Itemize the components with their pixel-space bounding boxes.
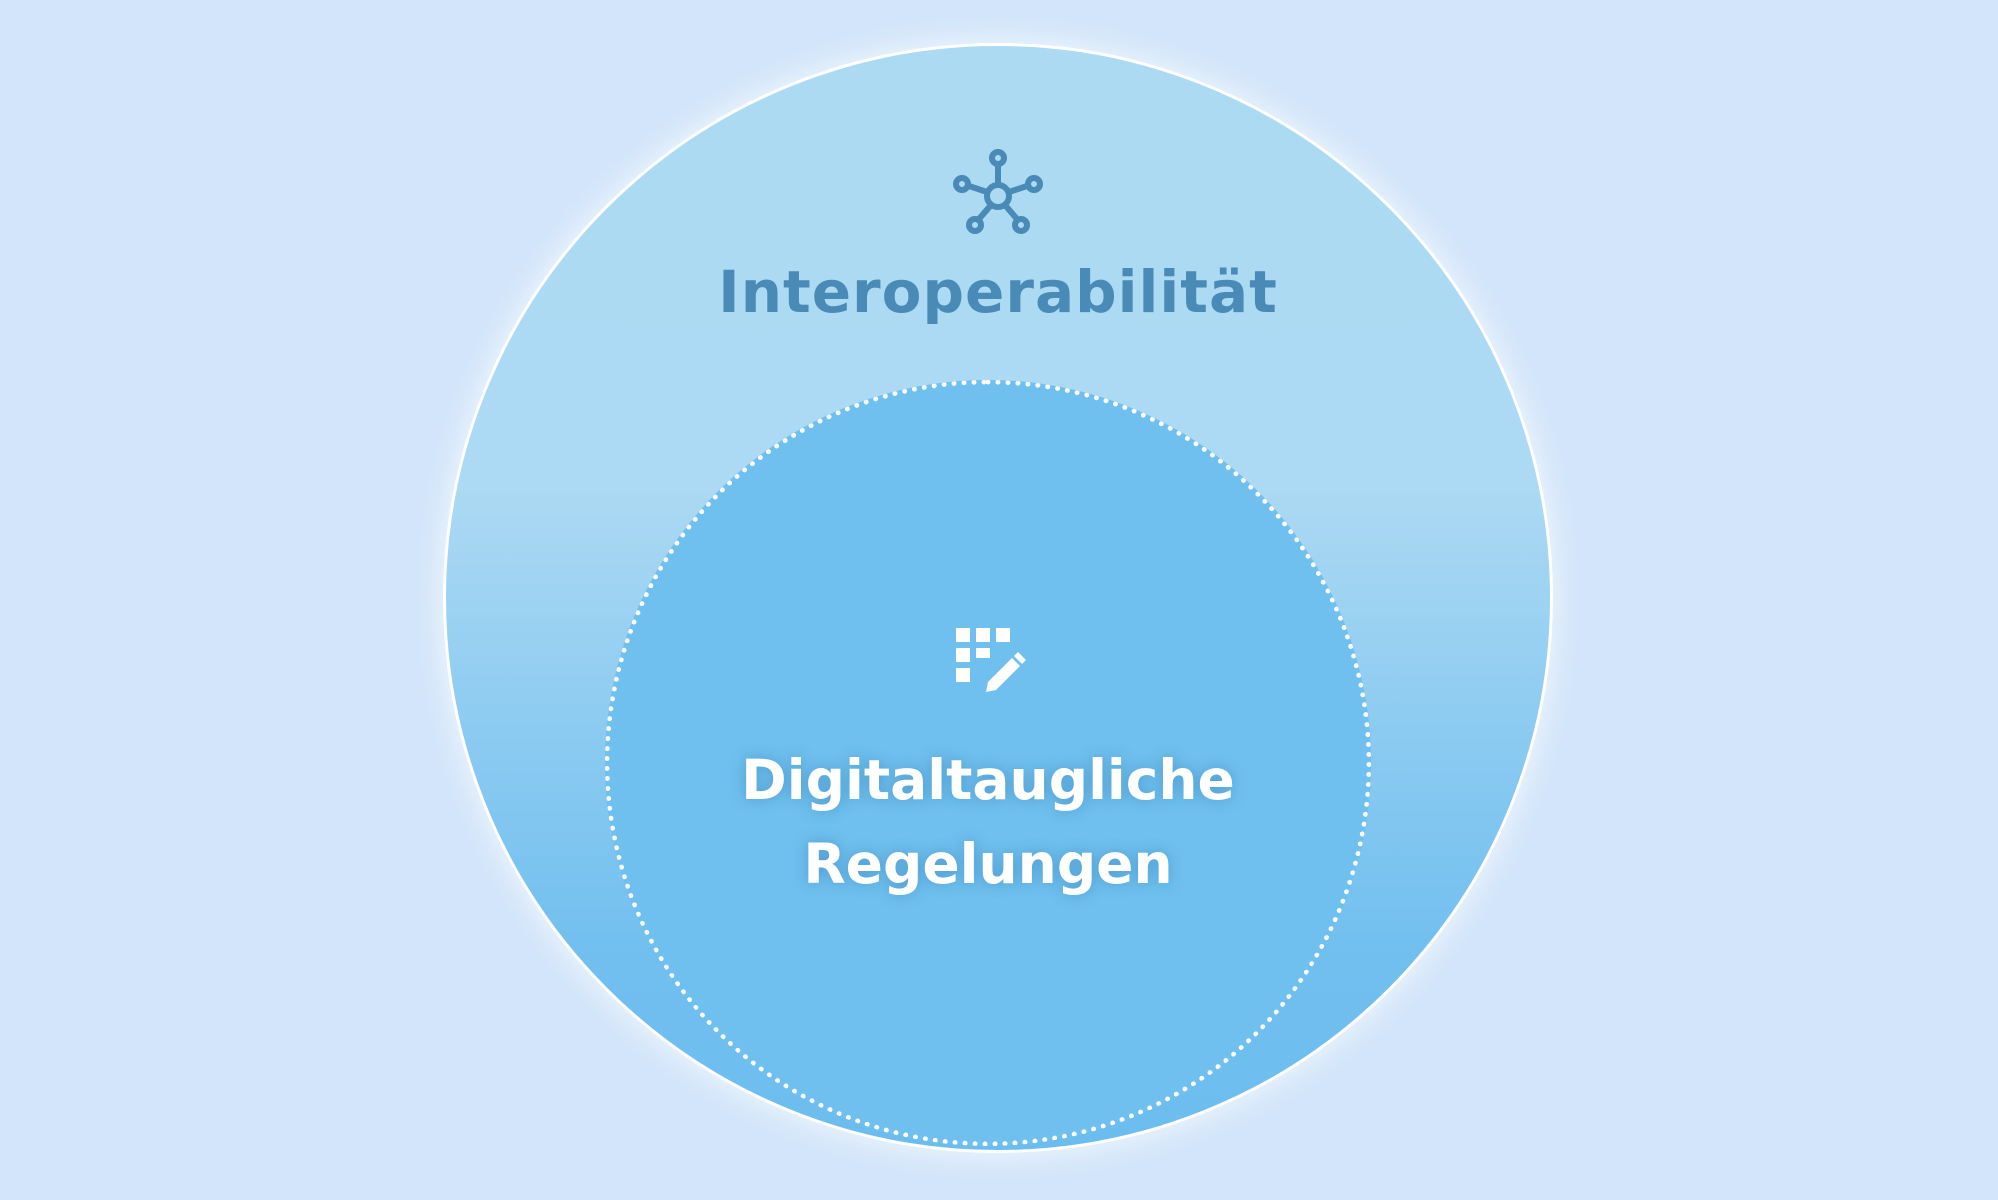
grid-pencil-icon	[956, 628, 1026, 692]
network-nodes-icon	[953, 149, 1043, 234]
diagram-canvas: Interoperabilität Digitaltaugliche Regel…	[0, 0, 1998, 1200]
inner-title-line1: Digitaltaugliche	[741, 748, 1235, 812]
inner-circle-title: Digitaltaugliche Regelungen	[705, 738, 1271, 906]
outer-circle-title: Interoperabilität	[718, 258, 1278, 326]
inner-title-line2: Regelungen	[803, 832, 1173, 896]
